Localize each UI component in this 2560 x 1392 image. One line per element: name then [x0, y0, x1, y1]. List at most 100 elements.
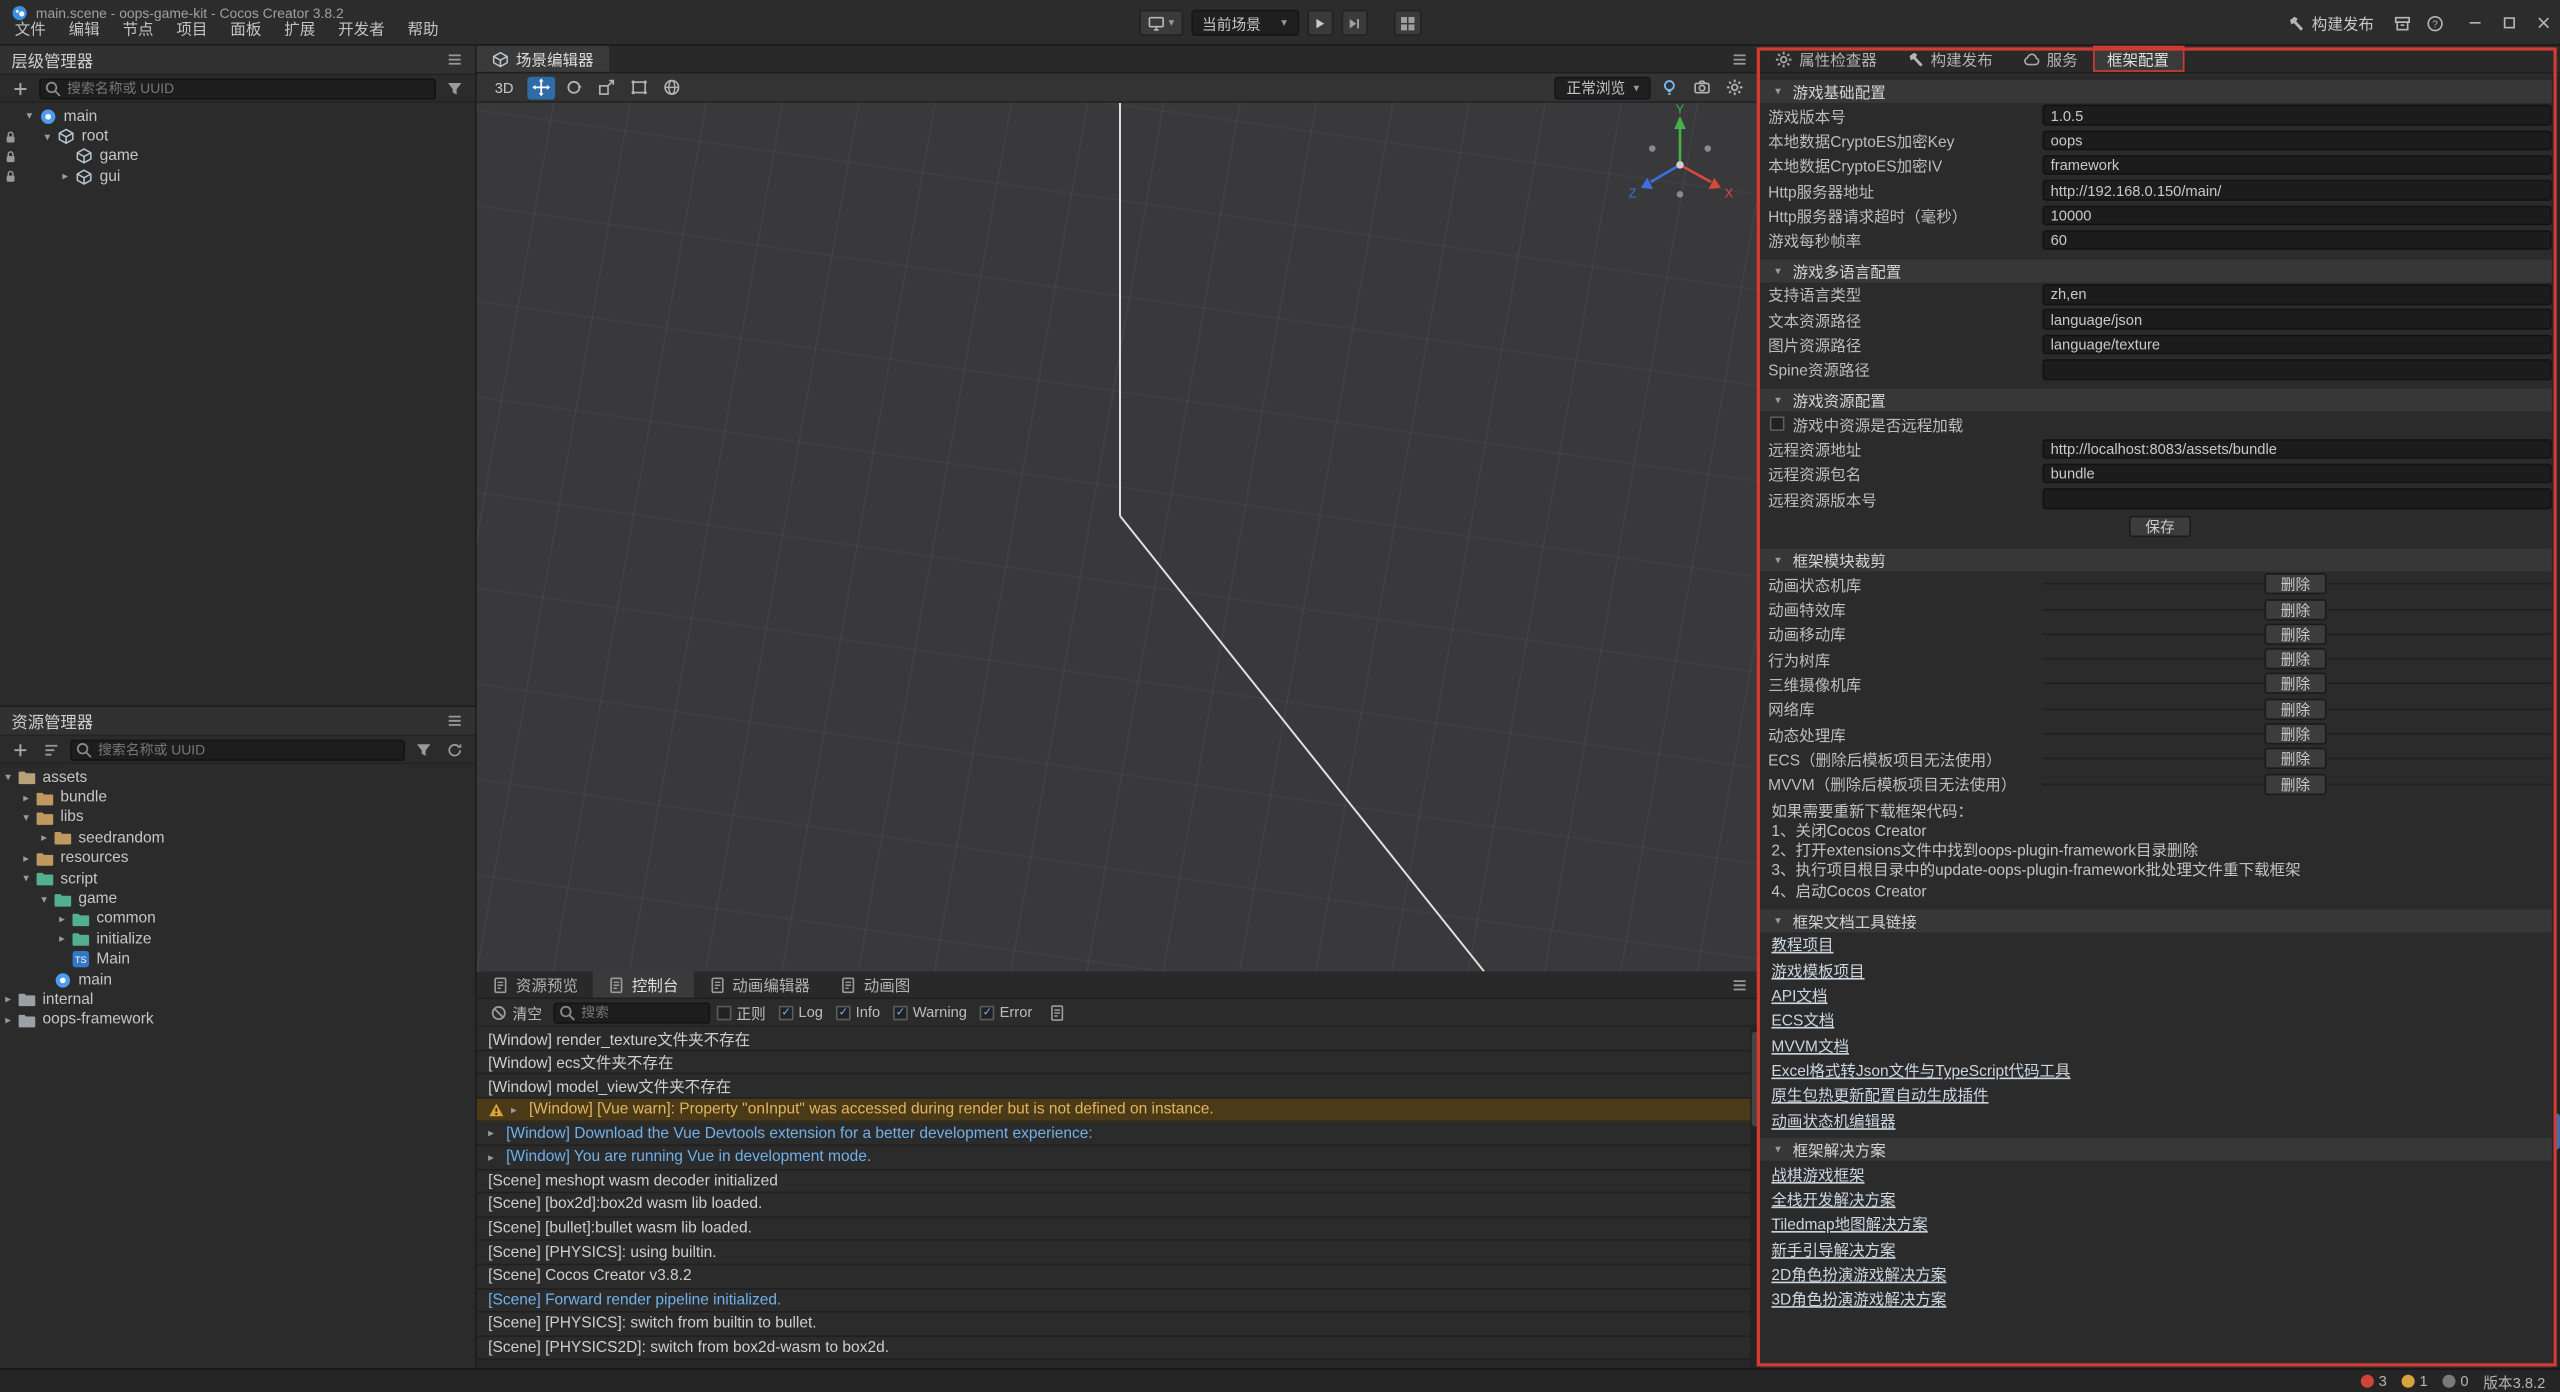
- scale-tool-button[interactable]: [592, 76, 620, 99]
- expand-arrow-icon[interactable]: ▸: [36, 832, 52, 845]
- tree-row-common[interactable]: ▸common: [0, 909, 475, 929]
- panel-menu-icon[interactable]: [446, 51, 464, 69]
- section-header-solutions[interactable]: ▾框架解决方案: [1760, 1138, 2560, 1161]
- tab-控制台[interactable]: 控制台: [593, 971, 693, 997]
- menu-item-6[interactable]: 开发者: [327, 11, 396, 44]
- expand-arrow-icon[interactable]: ▸: [488, 1127, 506, 1140]
- tree-row-seedrandom[interactable]: ▸seedrandom: [0, 828, 475, 848]
- link-新手引导解决方案[interactable]: 新手引导解决方案: [1771, 1237, 1895, 1260]
- menu-item-7[interactable]: 帮助: [396, 11, 450, 44]
- tree-row-oops-framework[interactable]: ▸oops-framework: [0, 1010, 475, 1030]
- maximize-button[interactable]: [2491, 0, 2525, 46]
- delete-module-button[interactable]: 删除: [2264, 673, 2326, 694]
- expand-arrow-icon[interactable]: ▾: [0, 771, 16, 784]
- orientation-gizmo[interactable]: Y X Z: [1623, 103, 1737, 217]
- filter-icon[interactable]: [411, 738, 435, 761]
- prop-input-远程资源地址[interactable]: [2042, 439, 2551, 459]
- tab-动画图[interactable]: 动画图: [825, 971, 925, 997]
- section-header-lang[interactable]: ▾游戏多语言配置: [1760, 259, 2560, 282]
- link-ECS文档[interactable]: ECS文档: [1771, 1008, 1834, 1031]
- collapse-arrow-icon[interactable]: ▾: [1771, 914, 1784, 927]
- tab-构建发布[interactable]: 构建发布: [1891, 46, 2007, 72]
- tree-row-game[interactable]: ▾game: [0, 889, 475, 909]
- prop-input-远程资源包名[interactable]: [2042, 464, 2551, 484]
- tab-属性检查器[interactable]: 属性检查器: [1760, 46, 1891, 72]
- expand-arrow-icon[interactable]: ▾: [18, 811, 34, 824]
- prop-input-文本资源路径[interactable]: [2042, 309, 2551, 329]
- move-tool-button[interactable]: [527, 76, 555, 99]
- expand-arrow-icon[interactable]: ▸: [18, 852, 34, 865]
- step-button[interactable]: [1341, 10, 1367, 36]
- delete-module-button[interactable]: 删除: [2264, 748, 2326, 769]
- hierarchy-search-input[interactable]: [39, 78, 436, 99]
- prop-input-本地数据CryptoES加密Key[interactable]: [2042, 130, 2551, 150]
- remote-load-toggle[interactable]: 游戏中资源是否远程加载: [1760, 411, 2560, 436]
- prop-input-Http服务器请求超时（毫秒）[interactable]: [2042, 205, 2551, 225]
- filter-checkbox[interactable]: ✓: [779, 1005, 794, 1020]
- help-icon[interactable]: ?: [2424, 14, 2445, 32]
- tree-row-gui[interactable]: ▸gui: [0, 167, 475, 187]
- scene-settings-button[interactable]: [1721, 76, 1749, 99]
- filter-icon[interactable]: [442, 77, 466, 100]
- prop-input-本地数据CryptoES加密IV[interactable]: [2042, 155, 2551, 175]
- link-MVVM文档[interactable]: MVVM文档: [1771, 1033, 1849, 1056]
- prop-input-游戏版本号[interactable]: [2042, 105, 2551, 125]
- remote-load-checkbox[interactable]: [1770, 417, 1785, 432]
- panel-menu-icon[interactable]: [1721, 971, 1759, 997]
- inspector-scrollbar[interactable]: [2552, 75, 2560, 1368]
- link-3D角色扮演游戏解决方案[interactable]: 3D角色扮演游戏解决方案: [1771, 1287, 1946, 1310]
- close-button[interactable]: [2526, 0, 2560, 46]
- tab-服务[interactable]: 服务: [2007, 46, 2092, 72]
- rect-tool-button[interactable]: [625, 76, 653, 99]
- tree-row-Main[interactable]: TSMain: [0, 949, 475, 969]
- log-row[interactable]: ▸[Window] [Vue warn]: Property "onInput"…: [477, 1098, 1759, 1122]
- expand-arrow-icon[interactable]: ▸: [54, 933, 70, 946]
- collapse-arrow-icon[interactable]: ▾: [1771, 264, 1784, 277]
- section-header-basic[interactable]: ▾游戏基础配置: [1760, 80, 2560, 103]
- collapse-arrow-icon[interactable]: ▾: [1771, 554, 1784, 567]
- sort-icon[interactable]: [39, 738, 63, 761]
- delete-module-button[interactable]: 删除: [2264, 723, 2326, 744]
- log-row[interactable]: [Scene] [PHYSICS]: using builtin.: [477, 1241, 1759, 1265]
- tree-row-libs[interactable]: ▾libs: [0, 808, 475, 828]
- delete-module-button[interactable]: 删除: [2264, 623, 2326, 644]
- expand-arrow-icon[interactable]: ▸: [0, 993, 16, 1006]
- scene-viewport[interactable]: Y X Z: [477, 103, 1759, 972]
- expand-arrow-icon[interactable]: ▸: [54, 913, 70, 926]
- link-Excel格式转Json文件与TypeScript代码工具[interactable]: Excel格式转Json文件与TypeScript代码工具: [1771, 1058, 2070, 1081]
- link-全栈开发解决方案[interactable]: 全栈开发解决方案: [1771, 1187, 1895, 1210]
- add-node-button[interactable]: [8, 77, 32, 100]
- prop-input-Http服务器地址[interactable]: [2042, 180, 2551, 200]
- panel-menu-icon[interactable]: [1721, 46, 1759, 72]
- panel-menu-icon[interactable]: [446, 712, 464, 730]
- log-file-icon[interactable]: [1039, 1003, 1077, 1021]
- expand-arrow-icon[interactable]: ▸: [511, 1103, 529, 1116]
- tree-row-bundle[interactable]: ▸bundle: [0, 788, 475, 808]
- assets-search-input[interactable]: [70, 739, 405, 760]
- delete-module-button[interactable]: 删除: [2264, 599, 2326, 620]
- tab-scene-editor[interactable]: 场景编辑器: [477, 46, 608, 72]
- collapse-arrow-icon[interactable]: ▾: [1771, 393, 1784, 406]
- add-asset-button[interactable]: [8, 738, 32, 761]
- tree-row-script[interactable]: ▾script: [0, 868, 475, 888]
- collapse-arrow-icon[interactable]: ▾: [1771, 1143, 1784, 1156]
- lighting-toggle-button[interactable]: [1656, 76, 1684, 99]
- expand-arrow-icon[interactable]: ▾: [36, 892, 52, 905]
- filter-checkbox[interactable]: ✓: [980, 1005, 995, 1020]
- expand-arrow-icon[interactable]: ▾: [18, 872, 34, 885]
- filter-warning[interactable]: ✓Warning: [893, 1004, 967, 1020]
- log-row[interactable]: [Window] ecs文件夹不存在: [477, 1051, 1759, 1075]
- message-count[interactable]: 0: [2442, 1373, 2468, 1389]
- prop-input-游戏每秒帧率[interactable]: [2042, 230, 2551, 250]
- scene-select[interactable]: 当前场景▾: [1191, 10, 1299, 36]
- link-Tiledmap地图解决方案[interactable]: Tiledmap地图解决方案: [1771, 1212, 1927, 1235]
- log-row[interactable]: [Scene] Cocos Creator v3.8.2: [477, 1265, 1759, 1289]
- section-header-res[interactable]: ▾游戏资源配置: [1760, 389, 2560, 412]
- expand-arrow-icon[interactable]: ▾: [39, 130, 55, 143]
- menu-item-5[interactable]: 扩展: [273, 11, 327, 44]
- preview-target-dropdown[interactable]: ▾: [1139, 10, 1182, 36]
- expand-arrow-icon[interactable]: ▸: [18, 791, 34, 804]
- log-row[interactable]: [Scene] Forward render pipeline initiali…: [477, 1289, 1759, 1313]
- console-search-input[interactable]: [553, 1002, 710, 1023]
- menu-item-0[interactable]: 文件: [3, 11, 57, 44]
